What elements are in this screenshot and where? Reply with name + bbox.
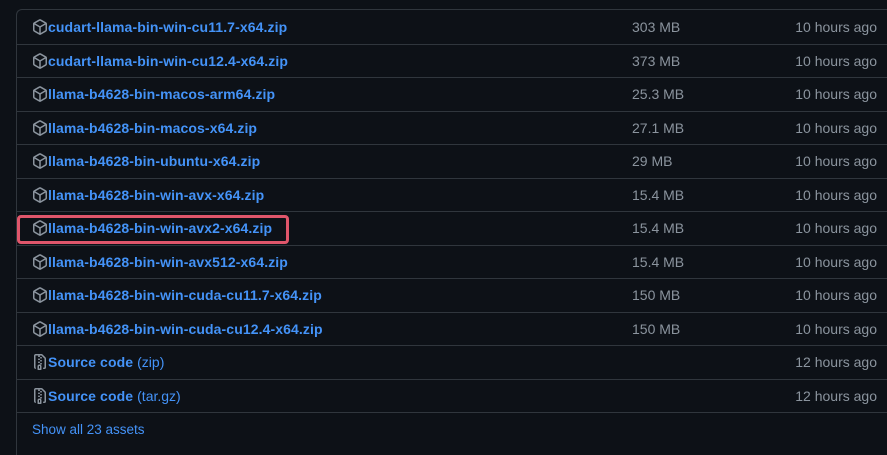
asset-size: 27.1 MB	[632, 119, 685, 136]
asset-size: 29 MB	[632, 153, 673, 170]
asset-size: 373 MB	[632, 52, 681, 69]
asset-timestamp: 10 hours ago	[795, 186, 877, 203]
asset-row: llama-b4628-bin-win-avx-x64.zip 15.4 MB 10…	[17, 177, 887, 212]
package-icon	[32, 86, 48, 103]
asset-download-link[interactable]: llama-b4628-bin-win-cuda-cu11.7-x64.zip	[32, 279, 322, 312]
asset-size: 303 MB	[632, 18, 681, 35]
package-icon	[32, 52, 48, 69]
asset-name: llama-b4628-bin-macos-arm64.zip	[48, 86, 276, 103]
source-code-row: Source code (zip) 12 hours ago	[17, 345, 887, 379]
asset-download-link[interactable]: cudart-llama-bin-win-cu12.4-x64.zip	[32, 45, 288, 78]
asset-timestamp: 10 hours ago	[795, 18, 877, 35]
asset-row: llama-b4628-bin-macos-arm64.zip 25.3 MB 10…	[17, 77, 887, 111]
package-icon	[32, 253, 48, 270]
file-zip-icon	[32, 354, 48, 371]
asset-size: 150 MB	[632, 320, 681, 337]
source-code-format: (tar.gz)	[137, 387, 181, 404]
asset-name: llama-b4628-bin-win-cuda-cu11.7-x64.zip	[48, 287, 322, 304]
asset-row: llama-b4628-bin-win-cuda-cu12.4-x64.zip 1…	[17, 311, 887, 346]
package-icon	[32, 287, 48, 304]
package-icon	[32, 320, 48, 337]
source-code-row: Source code (tar.gz) 12 hours ago	[17, 378, 887, 413]
asset-name: llama-b4628-bin-win-avx-x64.zip	[48, 186, 265, 203]
asset-size: 25.3 MB	[632, 86, 685, 103]
source-code-label: Source code	[48, 354, 134, 371]
source-code-link[interactable]: Source code (tar.gz)	[32, 380, 181, 413]
asset-download-link[interactable]: llama-b4628-bin-macos-x64.zip	[32, 112, 257, 145]
asset-timestamp: 10 hours ago	[795, 320, 877, 337]
asset-download-link[interactable]: llama-b4628-bin-macos-arm64.zip	[32, 78, 275, 111]
asset-size: 15.4 MB	[632, 220, 685, 237]
asset-download-link[interactable]: cudart-llama-bin-win-cu11.7-x64.zip	[32, 10, 287, 44]
asset-timestamp: 10 hours ago	[795, 220, 877, 237]
asset-size: 15.4 MB	[632, 253, 685, 270]
asset-row: llama-b4628-bin-win-avx2-x64.zip 15.4 MB 1…	[17, 211, 887, 245]
asset-timestamp: 10 hours ago	[795, 119, 877, 136]
asset-name: cudart-llama-bin-win-cu11.7-x64.zip	[48, 18, 288, 35]
show-all-assets-link[interactable]: Show all 23 assets	[32, 413, 145, 446]
asset-timestamp: 10 hours ago	[795, 153, 877, 170]
file-zip-icon	[32, 387, 48, 404]
asset-name: cudart-llama-bin-win-cu12.4-x64.zip	[48, 52, 288, 69]
asset-download-link[interactable]: llama-b4628-bin-win-avx-x64.zip	[32, 179, 264, 212]
asset-row: llama-b4628-bin-win-avx512-x64.zip 15.4 M…	[17, 244, 887, 279]
asset-name: llama-b4628-bin-ubuntu-x64.zip	[48, 153, 261, 170]
asset-row: llama-b4628-bin-win-cuda-cu11.7-x64.zip 1…	[17, 278, 887, 312]
asset-download-link[interactable]: llama-b4628-bin-win-avx512-x64.zip	[32, 246, 288, 279]
asset-timestamp: 10 hours ago	[795, 287, 877, 304]
asset-name: llama-b4628-bin-win-avx2-x64.zip	[48, 220, 273, 237]
asset-download-link[interactable]: llama-b4628-bin-win-avx2-x64.zip	[32, 212, 272, 245]
asset-timestamp: 10 hours ago	[795, 52, 877, 69]
package-icon	[32, 153, 48, 170]
asset-row: cudart-llama-bin-win-cu11.7-x64.zip 303 M…	[17, 10, 887, 44]
asset-download-link[interactable]: llama-b4628-bin-ubuntu-x64.zip	[32, 145, 260, 178]
asset-timestamp: 10 hours ago	[795, 253, 877, 270]
source-code-label: Source code	[48, 387, 134, 404]
asset-size: 15.4 MB	[632, 186, 685, 203]
asset-size: 150 MB	[632, 287, 681, 304]
source-code-format: (zip)	[137, 354, 165, 371]
asset-download-link[interactable]: llama-b4628-bin-win-cuda-cu12.4-x64.zip	[32, 313, 323, 346]
asset-row: llama-b4628-bin-macos-x64.zip 27.1 MB 10 h…	[17, 110, 887, 145]
package-icon	[32, 220, 48, 237]
package-icon	[32, 18, 48, 35]
asset-row: llama-b4628-bin-ubuntu-x64.zip 29 MB 10 ho…	[17, 144, 887, 178]
package-icon	[32, 186, 48, 203]
package-icon	[32, 119, 48, 136]
asset-name: llama-b4628-bin-win-cuda-cu12.4-x64.zip	[48, 320, 323, 337]
asset-timestamp: 12 hours ago	[795, 387, 877, 404]
asset-name: llama-b4628-bin-win-avx512-x64.zip	[48, 253, 288, 270]
asset-timestamp: 12 hours ago	[795, 354, 877, 371]
source-code-link[interactable]: Source code (zip)	[32, 346, 164, 379]
asset-name: llama-b4628-bin-macos-x64.zip	[48, 119, 258, 136]
asset-row: cudart-llama-bin-win-cu12.4-x64.zip 373 M…	[17, 43, 887, 78]
asset-timestamp: 10 hours ago	[795, 86, 877, 103]
release-assets-list: cudart-llama-bin-win-cu11.7-x64.zip 303 M…	[16, 9, 887, 455]
show-all-row: Show all 23 assets	[17, 412, 887, 446]
